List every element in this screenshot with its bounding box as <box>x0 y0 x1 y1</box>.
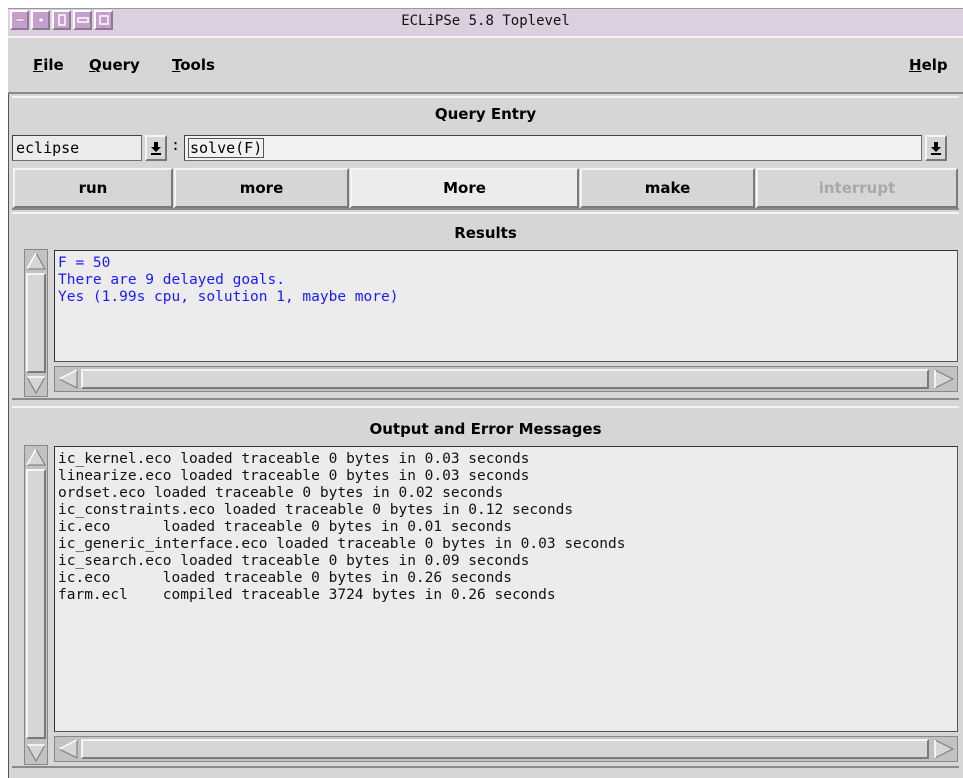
result-line: There are 9 delayed goals. <box>58 272 285 288</box>
results-title: Results <box>454 224 517 242</box>
dropdown-arrow-icon <box>151 142 161 155</box>
more-all-button[interactable]: More <box>350 168 579 208</box>
module-dropdown-button[interactable] <box>145 135 167 161</box>
make-button[interactable]: make <box>580 168 755 208</box>
query-text: solve(F) <box>188 138 265 158</box>
query-history-dropdown-button[interactable] <box>925 135 947 161</box>
output-text-area[interactable]: ic_kernel.eco loaded traceable 0 bytes i… <box>54 446 958 732</box>
scroll-down-arrow-icon[interactable] <box>25 743 47 763</box>
output-line: ordset.eco loaded traceable 0 bytes in 0… <box>58 485 504 501</box>
menu-file-label: ile <box>43 56 64 74</box>
output-line: ic_generic_interface.eco loaded traceabl… <box>58 536 626 552</box>
more-button[interactable]: more <box>174 168 349 208</box>
output-line: farm.ecl compiled traceable 3724 bytes i… <box>58 587 556 603</box>
results-vscroll-thumb[interactable] <box>26 273 46 373</box>
menu-query[interactable]: Query <box>89 56 140 74</box>
menu-query-mnemonic: Q <box>89 56 102 74</box>
result-line: Yes (1.99s cpu, solution 1, maybe more) <box>58 289 399 305</box>
output-horizontal-scrollbar[interactable] <box>54 736 958 762</box>
results-vertical-scrollbar[interactable] <box>24 249 48 397</box>
output-title: Output and Error Messages <box>369 420 602 438</box>
output-line: ic.eco loaded traceable 0 bytes in 0.26 … <box>58 570 512 586</box>
menu-tools-label: ools <box>180 56 215 74</box>
dropdown-arrow-icon <box>931 142 941 155</box>
menu-help-label: elp <box>921 56 948 74</box>
query-entry-title: Query Entry <box>434 105 537 123</box>
output-line: ic.eco loaded traceable 0 bytes in 0.01 … <box>58 519 512 535</box>
output-line: ic_constraints.eco loaded traceable 0 by… <box>58 502 574 518</box>
menu-help-mnemonic: H <box>909 56 922 74</box>
scroll-down-arrow-icon[interactable] <box>25 375 47 395</box>
menu-tools-mnemonic: T <box>172 56 181 74</box>
result-line: F = 50 <box>58 255 111 271</box>
output-line: ic_search.eco loaded traceable 0 bytes i… <box>58 553 530 569</box>
scroll-left-arrow-icon[interactable] <box>57 368 79 390</box>
menu-query-label: uery <box>101 56 140 74</box>
menu-file[interactable]: File <box>33 56 64 74</box>
scroll-up-arrow-icon[interactable] <box>25 251 47 271</box>
output-line: ic_kernel.eco loaded traceable 0 bytes i… <box>58 451 530 467</box>
window-title: ECLiPSe 5.8 Toplevel <box>401 13 570 29</box>
output-line: linearize.eco loaded traceable 0 bytes i… <box>58 468 530 484</box>
run-button[interactable]: run <box>13 168 173 208</box>
output-hscroll-thumb[interactable] <box>81 739 929 759</box>
query-input[interactable]: solve(F) <box>184 135 922 161</box>
interrupt-button[interactable]: interrupt <box>756 168 958 208</box>
output-vscroll-thumb[interactable] <box>26 469 46 739</box>
menu-tools[interactable]: Tools <box>172 56 215 74</box>
results-horizontal-scrollbar[interactable] <box>54 366 958 392</box>
module-separator: : <box>171 136 181 154</box>
results-text-area[interactable]: F = 50 There are 9 delayed goals. Yes (1.9… <box>54 250 958 362</box>
scroll-up-arrow-icon[interactable] <box>25 447 47 467</box>
scroll-right-arrow-icon[interactable] <box>933 738 955 760</box>
output-vertical-scrollbar[interactable] <box>24 445 48 765</box>
menu-bar <box>8 36 963 94</box>
menu-file-mnemonic: F <box>33 56 44 74</box>
module-field[interactable]: eclipse <box>12 135 142 161</box>
scroll-right-arrow-icon[interactable] <box>933 368 955 390</box>
results-hscroll-thumb[interactable] <box>81 369 929 389</box>
scroll-left-arrow-icon[interactable] <box>57 738 79 760</box>
menu-help[interactable]: Help <box>909 56 948 74</box>
